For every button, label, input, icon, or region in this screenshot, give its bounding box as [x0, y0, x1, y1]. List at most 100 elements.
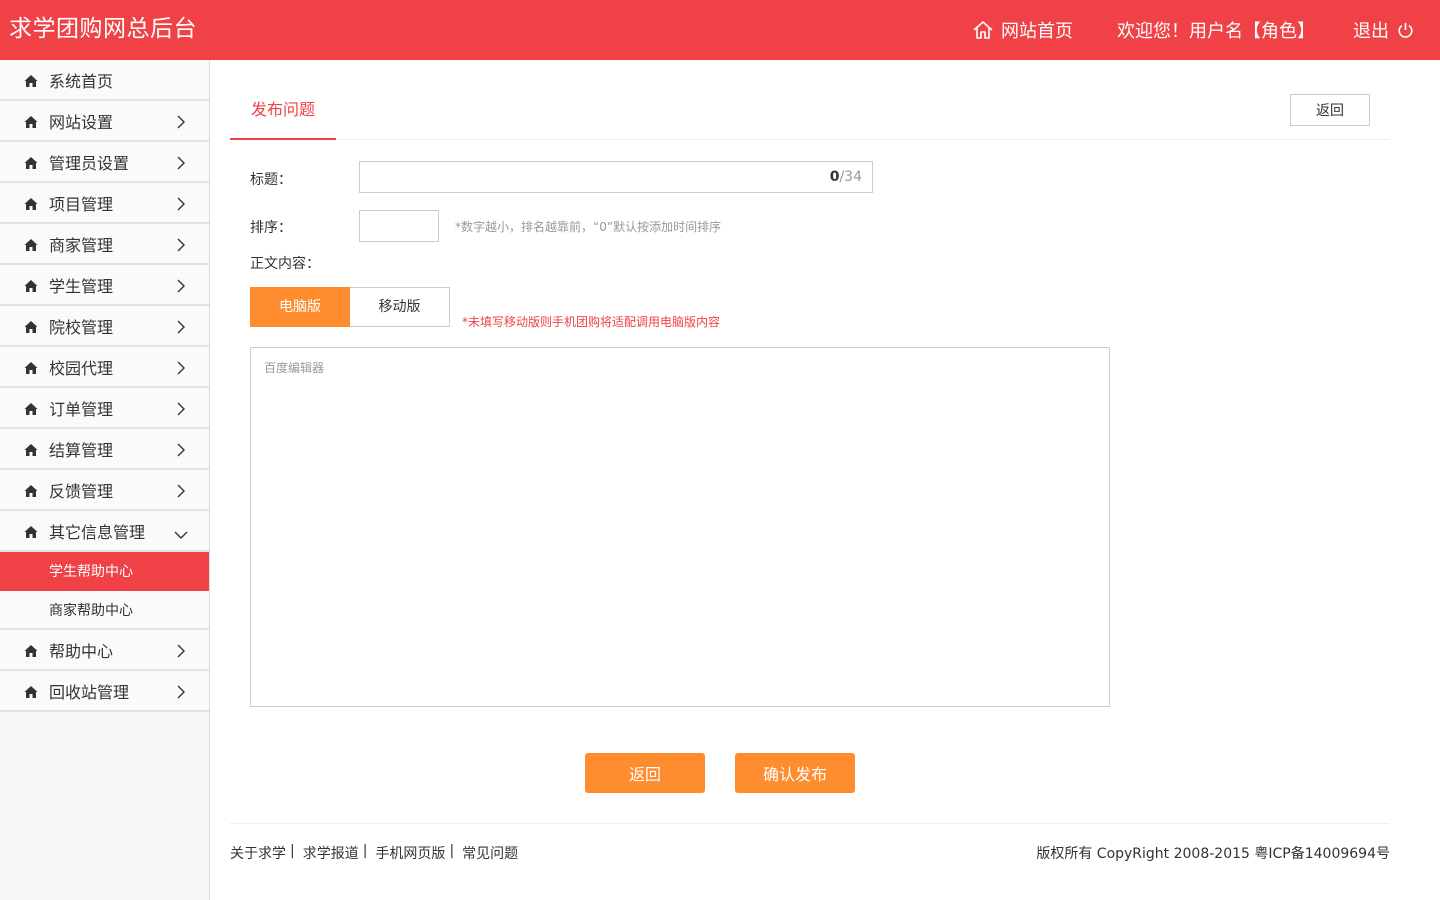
back-button-top[interactable]: 返回 — [1290, 94, 1370, 126]
home-icon — [24, 401, 38, 420]
order-label: 排序： — [250, 220, 292, 236]
title-input[interactable]: 0/34 — [359, 161, 873, 193]
footer-link-about[interactable]: 关于求学 — [230, 843, 286, 863]
footer-separator: | — [449, 843, 455, 859]
sidebar-subitem[interactable]: 学生帮助中心 — [0, 552, 209, 591]
logout-label: 退出 — [1353, 21, 1389, 42]
sidebar-item[interactable]: 院校管理 — [0, 306, 209, 347]
chevron-right-icon — [175, 684, 187, 703]
chevron-right-icon — [175, 319, 187, 338]
home-icon — [24, 524, 38, 543]
sidebar-subitem-label: 商家帮助中心 — [49, 602, 133, 619]
footer: 关于求学 | 求学报道 | 手机网页版 | 常见问题 版权所有 CopyRight 2… — [230, 823, 1390, 883]
order-input[interactable] — [359, 210, 439, 242]
chevron-right-icon — [175, 643, 187, 662]
sidebar-item[interactable]: 校园代理 — [0, 347, 209, 388]
user-welcome[interactable]: 欢迎您！用户名【角色】 — [1117, 17, 1315, 43]
copyright: 版权所有 CopyRight 2008-2015 粤ICP备14009694号 — [1036, 846, 1390, 862]
home-icon — [24, 155, 38, 174]
site-home-link[interactable]: 网站首页 — [972, 17, 1073, 43]
home-icon — [24, 360, 38, 379]
sidebar-item[interactable]: 项目管理 — [0, 183, 209, 224]
home-icon — [24, 319, 38, 338]
sidebar-item-label: 其它信息管理 — [49, 522, 146, 542]
version-switch: 电脑版 移动版 — [250, 287, 450, 327]
sidebar-item[interactable]: 系统首页 — [0, 60, 209, 101]
order-hint: *数字越小，排名越靠前，“0”默认按添加时间排序 — [455, 220, 722, 234]
home-icon — [24, 278, 38, 297]
footer-separator: | — [290, 843, 295, 859]
chevron-right-icon — [175, 114, 187, 133]
home-icon — [24, 196, 38, 215]
title-char-counter: 0/34 — [830, 169, 862, 185]
chevron-right-icon — [175, 401, 187, 420]
sidebar-item[interactable]: 反馈管理 — [0, 470, 209, 511]
home-icon — [24, 684, 38, 703]
mobile-warning: *未填写移动版则手机团购将适配调用电脑版内容 — [462, 315, 721, 329]
sidebar-item-label: 商家管理 — [49, 235, 114, 255]
footer-separator: | — [362, 843, 368, 859]
sidebar-item-label: 回收站管理 — [49, 682, 130, 702]
sidebar-item[interactable]: 商家管理 — [0, 224, 209, 265]
chevron-right-icon — [175, 360, 187, 379]
footer-link-faq[interactable]: 常见问题 — [462, 843, 518, 863]
chevron-down-icon — [174, 526, 188, 545]
tab-publish-question[interactable]: 发布问题 — [230, 90, 336, 140]
sidebar-item[interactable]: 帮助中心 — [0, 630, 209, 671]
chevron-right-icon — [175, 442, 187, 461]
top-header: 求学团购网总后台 网站首页 欢迎您！用户名【角色】 退出 — [0, 0, 1440, 60]
sidebar-item[interactable]: 学生管理 — [0, 265, 209, 306]
sidebar-item-label: 项目管理 — [49, 194, 114, 214]
chevron-right-icon — [175, 155, 187, 174]
chevron-right-icon — [175, 483, 187, 502]
sidebar-item[interactable]: 其它信息管理 — [0, 511, 209, 552]
title-count: 0 — [829, 169, 840, 185]
sidebar-item[interactable]: 结算管理 — [0, 429, 209, 470]
chevron-right-icon — [175, 237, 187, 256]
site-home-label: 网站首页 — [1001, 21, 1073, 42]
home-icon — [24, 643, 38, 662]
home-icon — [24, 442, 38, 461]
sidebar-item[interactable]: 网站设置 — [0, 101, 209, 142]
chevron-right-icon — [175, 196, 187, 215]
sidebar-subitem-label: 学生帮助中心 — [49, 563, 133, 580]
footer-links: 关于求学 | 求学报道 | 手机网页版 | 常见问题 — [230, 843, 518, 863]
sidebar-item-label: 反馈管理 — [49, 481, 114, 501]
publish-button[interactable]: 确认发布 — [735, 753, 855, 793]
sidebar-item-label: 订单管理 — [49, 399, 114, 419]
header-nav: 网站首页 欢迎您！用户名【角色】 退出 — [972, 0, 1440, 60]
sidebar-menu: 系统首页网站设置管理员设置项目管理商家管理学生管理院校管理校园代理订单管理结算管… — [0, 60, 210, 900]
footer-link-mobile[interactable]: 手机网页版 — [375, 843, 445, 863]
power-icon — [1397, 22, 1414, 39]
sidebar-item-label: 管理员设置 — [49, 153, 130, 173]
title-label: 标题： — [250, 172, 292, 188]
home-icon — [24, 483, 38, 502]
content-label: 正文内容： — [250, 256, 320, 272]
site-logo-title: 求学团购网总后台 — [9, 16, 197, 42]
logout-button[interactable]: 退出 — [1353, 17, 1414, 43]
home-icon — [24, 73, 38, 92]
sidebar-subitem[interactable]: 商家帮助中心 — [0, 591, 209, 630]
tab-pc-version[interactable]: 电脑版 — [250, 287, 350, 327]
tab-bar: 发布问题 返回 — [230, 90, 1390, 140]
home-outline-icon — [972, 19, 994, 41]
tab-mobile-version[interactable]: 移动版 — [350, 287, 450, 327]
main-content: 发布问题 返回 标题： 0/34 排序： *数字越小，排名越靠前，“0”默认按添… — [230, 60, 1390, 900]
sidebar-item[interactable]: 管理员设置 — [0, 142, 209, 183]
sidebar-item-label: 校园代理 — [49, 358, 114, 378]
sidebar-item[interactable]: 订单管理 — [0, 388, 209, 429]
home-icon — [24, 114, 38, 133]
sidebar-item-label: 系统首页 — [49, 71, 114, 91]
welcome-text: 欢迎您！用户名【角色】 — [1117, 21, 1315, 42]
editor-placeholder: 百度编辑器 — [264, 361, 325, 375]
back-button[interactable]: 返回 — [585, 753, 705, 793]
sidebar-item-label: 结算管理 — [49, 440, 114, 460]
sidebar-item-label: 帮助中心 — [49, 641, 114, 661]
home-icon — [24, 237, 38, 256]
sidebar-item-label: 学生管理 — [49, 276, 114, 296]
rich-text-editor[interactable]: 百度编辑器 — [250, 347, 1110, 707]
sidebar-item[interactable]: 回收站管理 — [0, 671, 209, 712]
title-max: /34 — [839, 169, 862, 185]
footer-link-news[interactable]: 求学报道 — [303, 843, 359, 863]
sidebar-item-label: 院校管理 — [49, 317, 114, 337]
